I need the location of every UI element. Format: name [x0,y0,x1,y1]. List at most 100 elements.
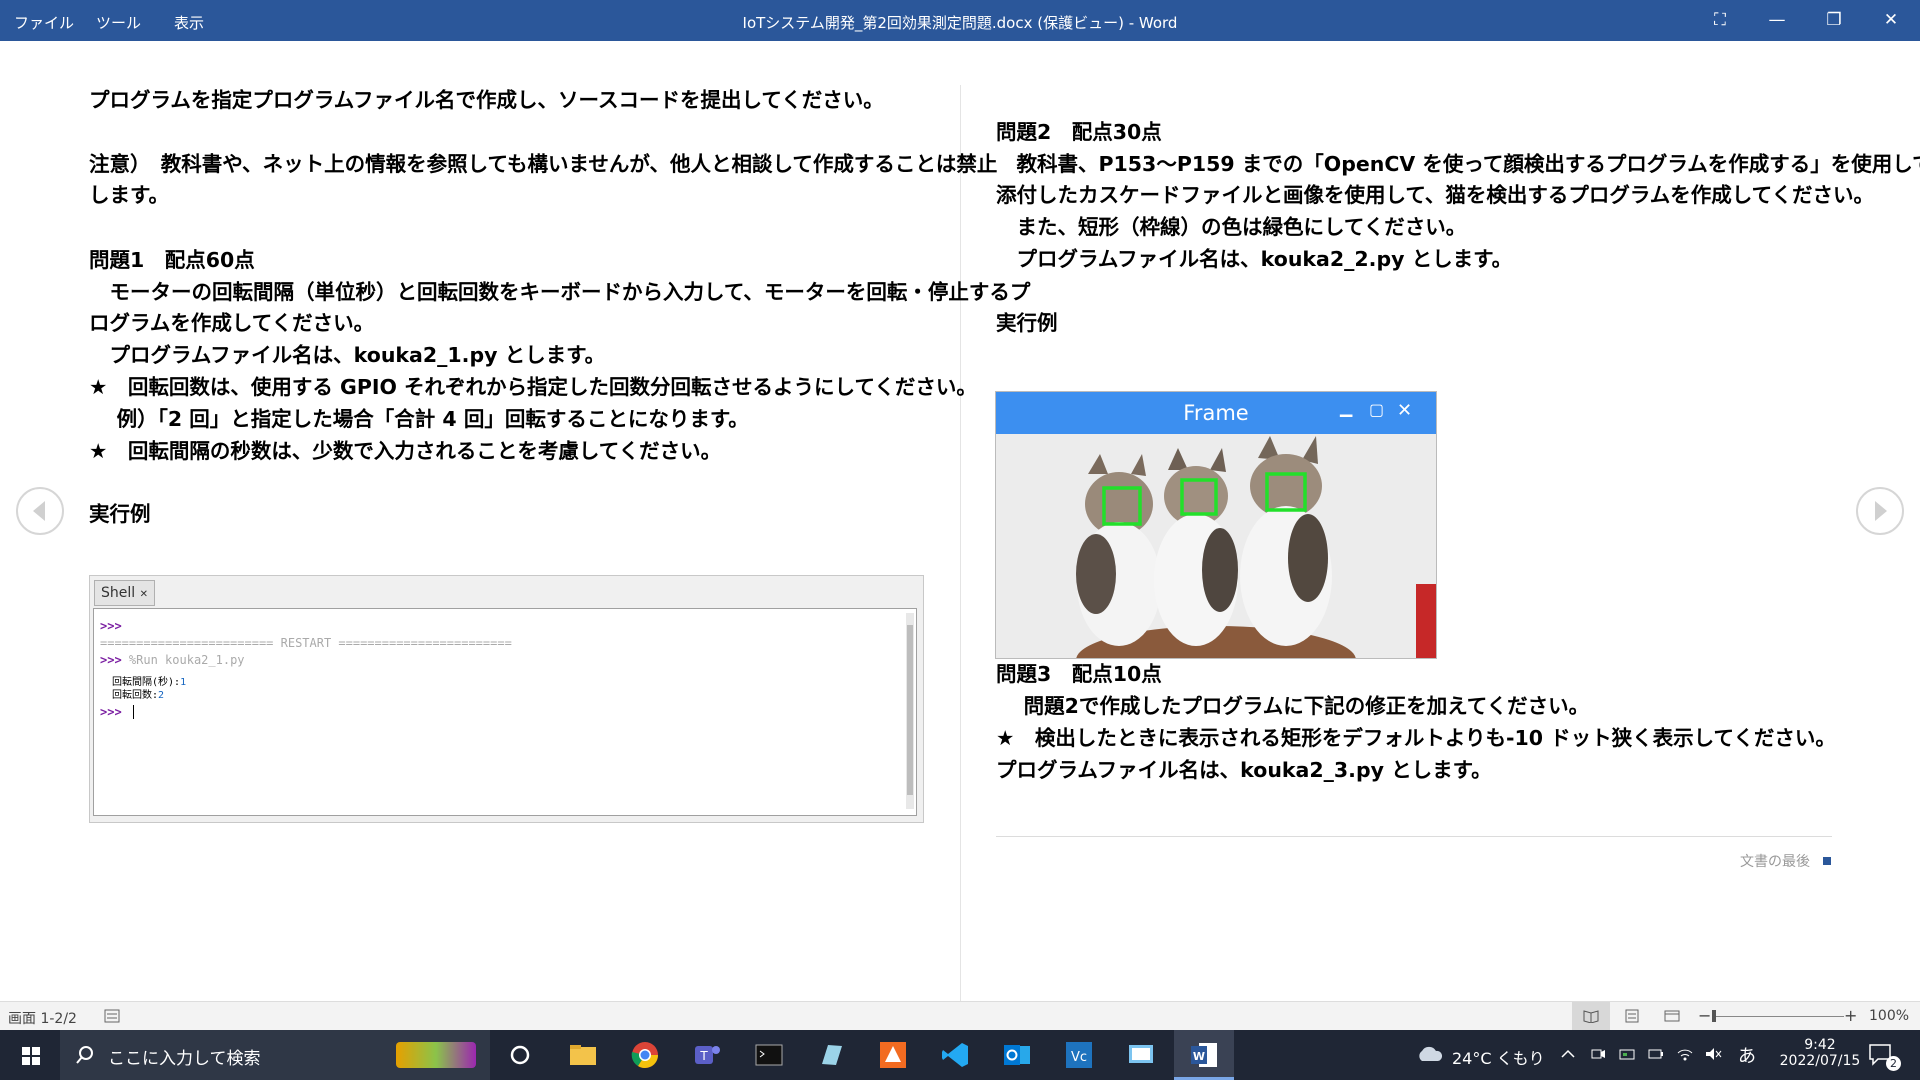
taskbar-search-box[interactable]: ここに入力して検索 [60,1030,490,1080]
cloud-weather-icon [1419,1046,1443,1061]
weather-text[interactable]: 24°C くもり [1452,1045,1545,1069]
notification-count: 2 [1886,1056,1901,1071]
q1-line-1: モーターの回転間隔（単位秒）と回転回数をキーボードから入力して、モーターを回転・… [89,280,1031,304]
close-icon: ✕ [1397,400,1413,421]
q1-line-6: ★ 回転間隔の秒数は、少数で入力されることを考慮してください。 [89,439,722,463]
example-heading-2: 実行例 [996,311,1058,335]
chevron-up-icon[interactable] [1560,1046,1576,1062]
shell-prompt: >>> [100,653,122,667]
shell-console: >>> ======================== RESTART ===… [93,608,917,816]
teams-icon[interactable]: T [692,1040,722,1070]
word-taskbar-button[interactable]: W [1174,1030,1234,1080]
battery-icon[interactable] [1648,1046,1664,1062]
zoom-slider[interactable] [1712,1010,1844,1022]
q1-line-2: ログラムを作成してください。 [89,311,375,335]
shell-prompt: >>> [100,619,122,633]
shell-tab: Shell ✕ [94,580,155,606]
q2-line-3: また、短形（枠線）の色は緑色にしてください。 [996,215,1467,239]
note-line-1: 注意） 教科書や、ネット上の情報を参照しても構いませんが、他人と相談して作成する… [89,152,998,176]
q1-line-4: ★ 回転回数は、使用する GPIO それぞれから指定した回数分回転させるようにし… [89,375,977,399]
windows-start-icon[interactable] [16,1040,46,1070]
task-view-icon[interactable] [505,1040,535,1070]
minimize-icon: ▁ [1340,398,1353,417]
restore-button[interactable]: ❐ [1817,6,1851,34]
svg-text:W: W [1193,1050,1205,1063]
q2-line-1: 教科書、P153～P159 までの「OpenCV を使って顔検出するプログラムを… [996,152,1920,176]
title-bar: ファイル ツール 表示 IoTシステム開発_第2回効果測定問題.docx (保護… [0,0,1920,41]
status-bar: 画面 1-2/2 − + 100% [0,1001,1920,1031]
q2-heading: 問題2 配点30点 [996,120,1162,144]
zoom-slider-thumb[interactable] [1712,1010,1716,1022]
chevron-left-icon [33,501,45,521]
clock-date: 2022/07/15 [1779,1053,1861,1069]
shell-restart-line: ======================== RESTART =======… [100,636,512,650]
zoom-out-button[interactable]: − [1698,1006,1711,1025]
shell-input-label-count: 回転回数: [112,690,159,701]
document-area: プログラムを指定プログラムファイル名で作成し、ソースコードを提出してください。 … [0,41,1920,1005]
word-icon: W [1191,1043,1217,1067]
clock[interactable]: 9:42 2022/07/15 [1770,1037,1870,1069]
text-cursor [132,705,142,719]
shell-input-value-count: 2 [158,690,165,701]
svg-text:Vc: Vc [1071,1050,1087,1065]
shell-scrollbar[interactable] [906,613,914,809]
q1-line-3: プログラムファイル名は、kouka2_1.py とします。 [89,343,606,367]
q3-line-3: プログラムファイル名は、kouka2_3.py とします。 [996,758,1492,782]
end-marker [1823,857,1831,865]
end-of-document-label: 文書の最後 [1740,854,1810,870]
vscode-icon[interactable] [940,1040,970,1070]
close-icon: ✕ [139,589,148,600]
frame-window-screenshot: Frame ▁ ▢ ✕ [995,391,1437,659]
note-line-2: します。 [89,183,169,207]
shell-tab-label: Shell [101,585,136,601]
q2-line-4: プログラムファイル名は、kouka2_2.py とします。 [996,247,1513,271]
q1-heading: 問題1 配点60点 [89,248,255,272]
q1-line-5: 例）「2 回」と指定した場合「合計 4 回」回転することになります。 [89,407,749,431]
meet-now-icon[interactable] [1590,1046,1606,1062]
read-mode-button[interactable] [1572,1002,1610,1031]
search-highlight-icon [396,1042,476,1068]
minimize-button[interactable]: — [1760,6,1794,34]
shell-run-command: %Run kouka2_1.py [128,653,245,667]
print-layout-icon[interactable] [1624,1009,1640,1023]
intro-text: プログラムを指定プログラムファイル名で作成し、ソースコードを提出してください。 [89,88,884,112]
end-divider [996,836,1832,837]
taskbar: ここに入力して検索 T Vc W 24°C くもり あ 9:42 2022/07… [0,1030,1920,1080]
chevron-right-icon [1875,501,1887,521]
outlook-icon[interactable] [1002,1040,1032,1070]
ime-indicator[interactable]: あ [1738,1042,1756,1068]
focus-mode-button[interactable]: ⛶ [1703,6,1737,34]
network-icon[interactable] [1618,1046,1636,1062]
example-heading-1: 実行例 [89,502,151,526]
q3-heading: 問題3 配点10点 [996,662,1162,686]
window-title: IoTシステム開発_第2回効果測定問題.docx (保護ビュー) - Word [742,14,1178,32]
speaker-muted-icon[interactable] [1704,1046,1722,1062]
book-icon [1583,1010,1599,1023]
app-icon[interactable] [816,1040,846,1070]
close-button[interactable]: ✕ [1874,6,1908,34]
search-icon [76,1046,93,1064]
orange-app-icon[interactable] [878,1040,908,1070]
zoom-in-button[interactable]: + [1844,1006,1857,1025]
web-layout-icon[interactable] [1664,1009,1680,1023]
vc-app-icon[interactable]: Vc [1064,1040,1094,1070]
q3-line-2: ★ 検出したときに表示される矩形をデフォルトよりも-10 ドット狭く表示してくだ… [996,726,1836,750]
wifi-icon[interactable] [1676,1045,1694,1063]
next-page-arrow[interactable] [1856,487,1904,535]
document-stats-icon[interactable] [104,1009,120,1023]
page-indicator: 画面 1-2/2 [8,1011,77,1027]
shell-prompt: >>> [100,705,122,719]
page-divider [960,85,961,1005]
shell-screenshot: Shell ✕ >>> ======================== RES… [89,575,924,823]
previous-page-arrow[interactable] [16,487,64,535]
cats-image [996,434,1436,658]
zoom-level[interactable]: 100% [1869,1008,1909,1024]
q3-line-1: 問題2で作成したプログラムに下記の修正を加えてください。 [996,694,1590,718]
remote-desktop-icon[interactable] [1126,1040,1156,1070]
file-explorer-icon[interactable] [568,1040,598,1070]
svg-text:T: T [699,1049,708,1063]
chrome-icon[interactable] [630,1040,660,1070]
maximize-icon: ▢ [1369,400,1385,419]
shell-input-value-interval: 1 [180,677,187,688]
terminal-icon[interactable] [754,1040,784,1070]
